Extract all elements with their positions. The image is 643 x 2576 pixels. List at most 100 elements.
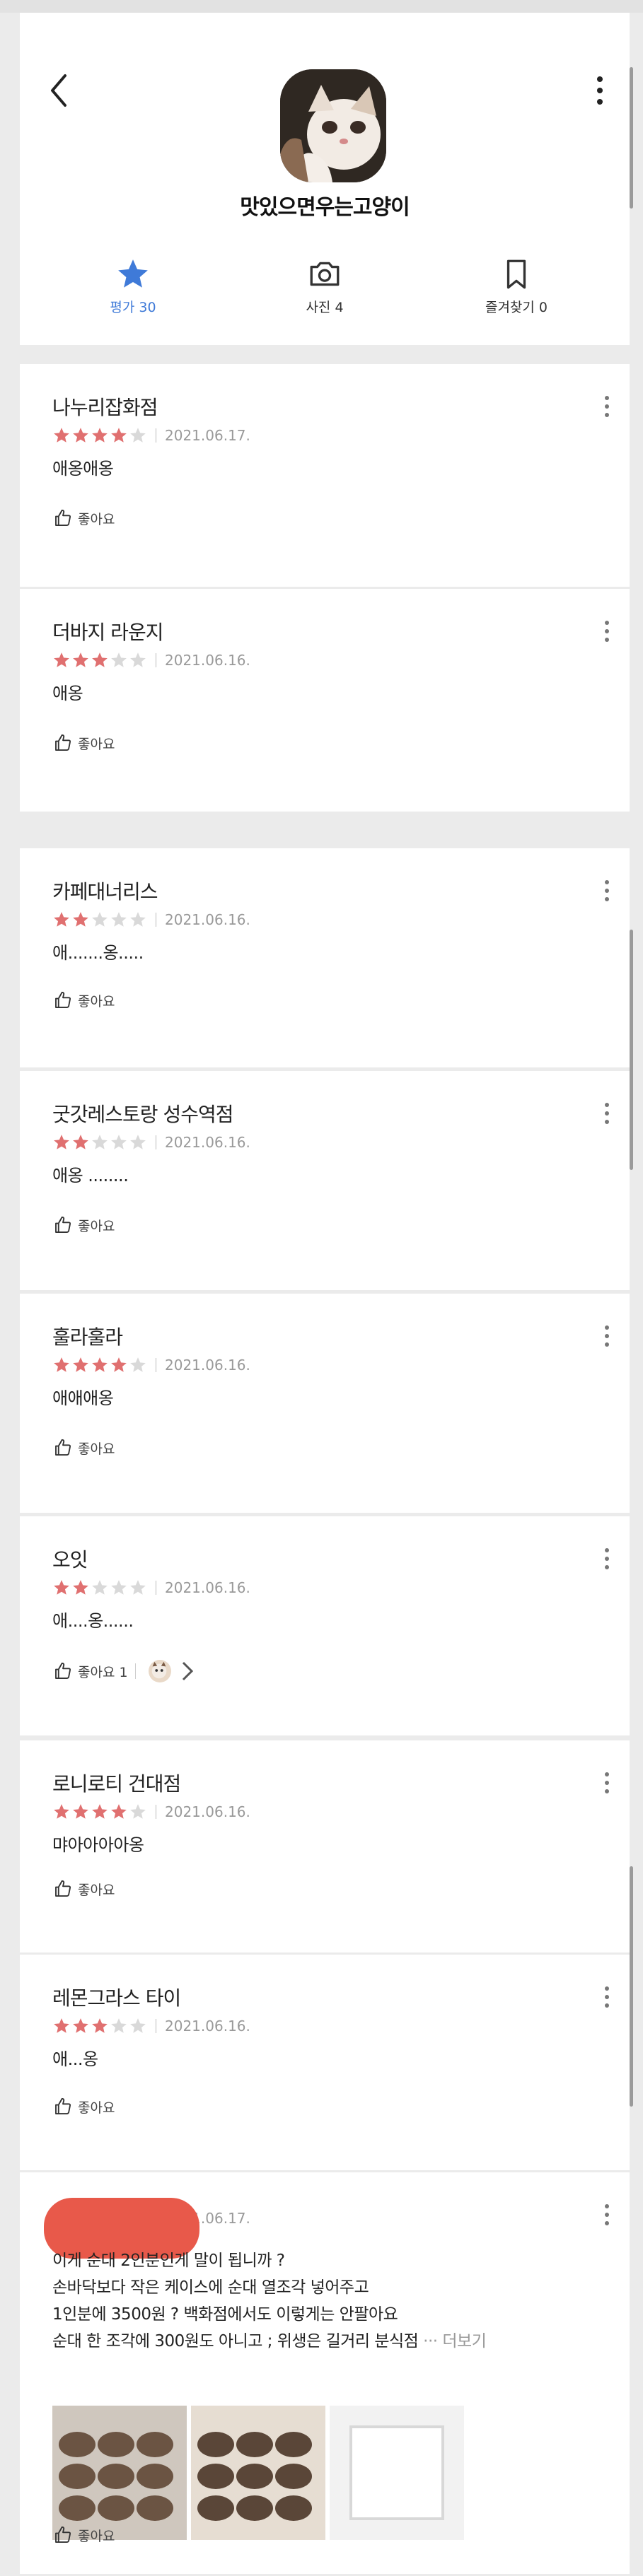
review-more-button[interactable] [596, 1769, 618, 1797]
star-filled-icon [73, 428, 88, 443]
star-filled-icon [73, 1804, 88, 1819]
review-date: 2021.06.16. [165, 1803, 250, 1820]
star-filled-icon [92, 428, 108, 443]
like-button[interactable]: 좋아요 [52, 1878, 115, 1899]
star-filled-icon [92, 652, 108, 667]
review-more-button[interactable] [596, 2201, 618, 2229]
review-card: 레몬그라스 타이 2021.06.16. 애...옹 좋아요 [20, 1955, 630, 2170]
rating-row: 2021.06.16. [52, 1577, 250, 1598]
star-rating [52, 911, 147, 929]
scrollbar[interactable] [630, 930, 633, 1170]
tab-ratings[interactable]: 평가 30 [55, 253, 211, 316]
star-filled-icon [73, 1580, 88, 1595]
like-label: 좋아요 [78, 736, 115, 752]
like-button[interactable]: 좋아요 [52, 2096, 115, 2117]
review-card: 훌라훌라 2021.06.16. 애애애옹 좋아요 [20, 1294, 630, 1513]
rating-row: 2021.06.16. [52, 650, 250, 671]
rating-row: 2021.06.16. [52, 1132, 250, 1153]
rating-row: 2021.06.17. [52, 425, 250, 446]
review-more-button[interactable] [596, 877, 618, 905]
star-filled-icon [73, 1357, 88, 1372]
thumbs-up-icon [55, 734, 71, 751]
like-label: 좋아요 [78, 511, 115, 527]
review-more-button[interactable] [596, 1322, 618, 1350]
review-photo[interactable] [330, 2406, 464, 2540]
profile-header: 맛있으면우는고양이 평가 30 사진 4 즐겨찾기 0 [20, 13, 630, 345]
review-photo[interactable] [52, 2406, 187, 2540]
review-place-name[interactable]: 더바지 라운지 [52, 617, 163, 645]
review-more-button[interactable] [596, 1099, 618, 1128]
tab-label: 즐겨찾기 0 [485, 300, 548, 315]
tab-bookmarks[interactable]: 즐겨찾기 0 [439, 253, 594, 316]
review-more-button[interactable] [596, 392, 618, 421]
thumbs-up-icon [55, 509, 71, 526]
review-place-name[interactable]: 훌라훌라 [52, 1322, 123, 1350]
liked-by-users[interactable] [134, 1660, 198, 1682]
review-text-line: 1인분에 3500원 ? 백화점에서도 이렇게는 안팔아요 [52, 2301, 611, 2328]
star-filled-icon [54, 1135, 69, 1149]
thumbs-up-icon [55, 1662, 71, 1679]
scrollbar[interactable] [630, 1866, 633, 2107]
review-date: 2021.06.16. [165, 911, 250, 928]
like-button[interactable]: 좋아요 1 [52, 1660, 198, 1682]
review-more-button[interactable] [596, 1983, 618, 2011]
back-button[interactable] [48, 62, 91, 119]
more-vertical-icon [605, 1103, 609, 1124]
star-rating [52, 651, 147, 669]
review-photos [52, 2406, 464, 2540]
review-text-line-content: 1인분에 3500원 ? 백화점에서도 이렇게는 안팔아요 [52, 2305, 398, 2324]
review-card: 카페대너리스 2021.06.16. 애.......옹..... 좋아요 [20, 848, 630, 1067]
profile-username: 맛있으면우는고양이 [240, 195, 410, 220]
more-options-button[interactable] [586, 62, 614, 119]
review-place-name[interactable]: 나누리잡화점 [52, 392, 158, 421]
like-button[interactable]: 좋아요 [52, 1214, 115, 1236]
star-rating [52, 1133, 147, 1152]
review-text-line: 손바닥보다 작은 케이스에 순대 열조각 넣어주고 [52, 2274, 611, 2301]
star-rating [52, 426, 147, 445]
review-place-name[interactable]: 카페대너리스 [52, 877, 158, 905]
like-button[interactable]: 좋아요 [52, 2524, 115, 2546]
star-rating [52, 1356, 147, 1374]
review-text-line: 순대 한 조각에 300원도 아니고 ; 위생은 길거리 분식점 ··· 더보기 [52, 2328, 611, 2355]
star-empty-icon [92, 1580, 108, 1595]
review-card: 굿갓레스토랑 성수역점 2021.06.16. 애옹 ........ 좋아요 [20, 1071, 630, 1290]
review-text: 애옹 [52, 684, 83, 703]
rating-row: 2021.06.16. [52, 2015, 250, 2037]
review-place-name[interactable]: 오잇 [52, 1545, 88, 1573]
review-card: 오잇 2021.06.16. 애....옹...... 좋아요 1 [20, 1516, 630, 1735]
review-date: 2021.06.17. [165, 427, 250, 444]
review-more-button[interactable] [596, 1545, 618, 1573]
star-filled-icon [54, 428, 69, 443]
like-button[interactable]: 좋아요 [52, 990, 115, 1011]
tab-photos[interactable]: 사진 4 [247, 253, 402, 316]
more-vertical-icon [605, 1772, 609, 1793]
star-empty-icon [130, 1135, 146, 1149]
star-rating [52, 1579, 147, 1597]
divider [134, 1663, 136, 1679]
rating-row: 2021.06.16. [52, 1801, 250, 1822]
scrollbar[interactable] [630, 67, 633, 209]
star-filled-icon [54, 1804, 69, 1819]
review-date: 2021.06.16. [165, 1134, 250, 1151]
review-card: 로니로티 건대점 2021.06.16. 먀아아아아옹 좋아요 [20, 1740, 630, 1953]
star-empty-icon [130, 912, 146, 927]
thumbs-up-icon [55, 2526, 71, 2543]
star-filled-icon [54, 1580, 69, 1595]
thumbs-up-icon [55, 1439, 71, 1456]
star-empty-icon [130, 428, 146, 443]
review-place-name[interactable]: 굿갓레스토랑 성수역점 [52, 1099, 234, 1128]
like-label: 좋아요 [78, 993, 115, 1009]
review-place-name[interactable]: 로니로티 건대점 [52, 1769, 181, 1797]
like-label: 좋아요 1 [78, 1664, 128, 1680]
review-more-button[interactable] [596, 617, 618, 645]
like-button[interactable]: 좋아요 [52, 732, 115, 754]
star-filled-icon [92, 1804, 108, 1819]
read-more-link[interactable]: ··· 더보기 [418, 2332, 487, 2350]
star-empty-icon [130, 2018, 146, 2033]
like-button[interactable]: 좋아요 [52, 1437, 115, 1458]
review-photo[interactable] [191, 2406, 325, 2540]
status-bar-strip [0, 0, 643, 13]
review-text: 애애애옹 [52, 1388, 114, 1408]
like-button[interactable]: 좋아요 [52, 508, 115, 529]
review-place-name[interactable]: 레몬그라스 타이 [52, 1983, 181, 2011]
